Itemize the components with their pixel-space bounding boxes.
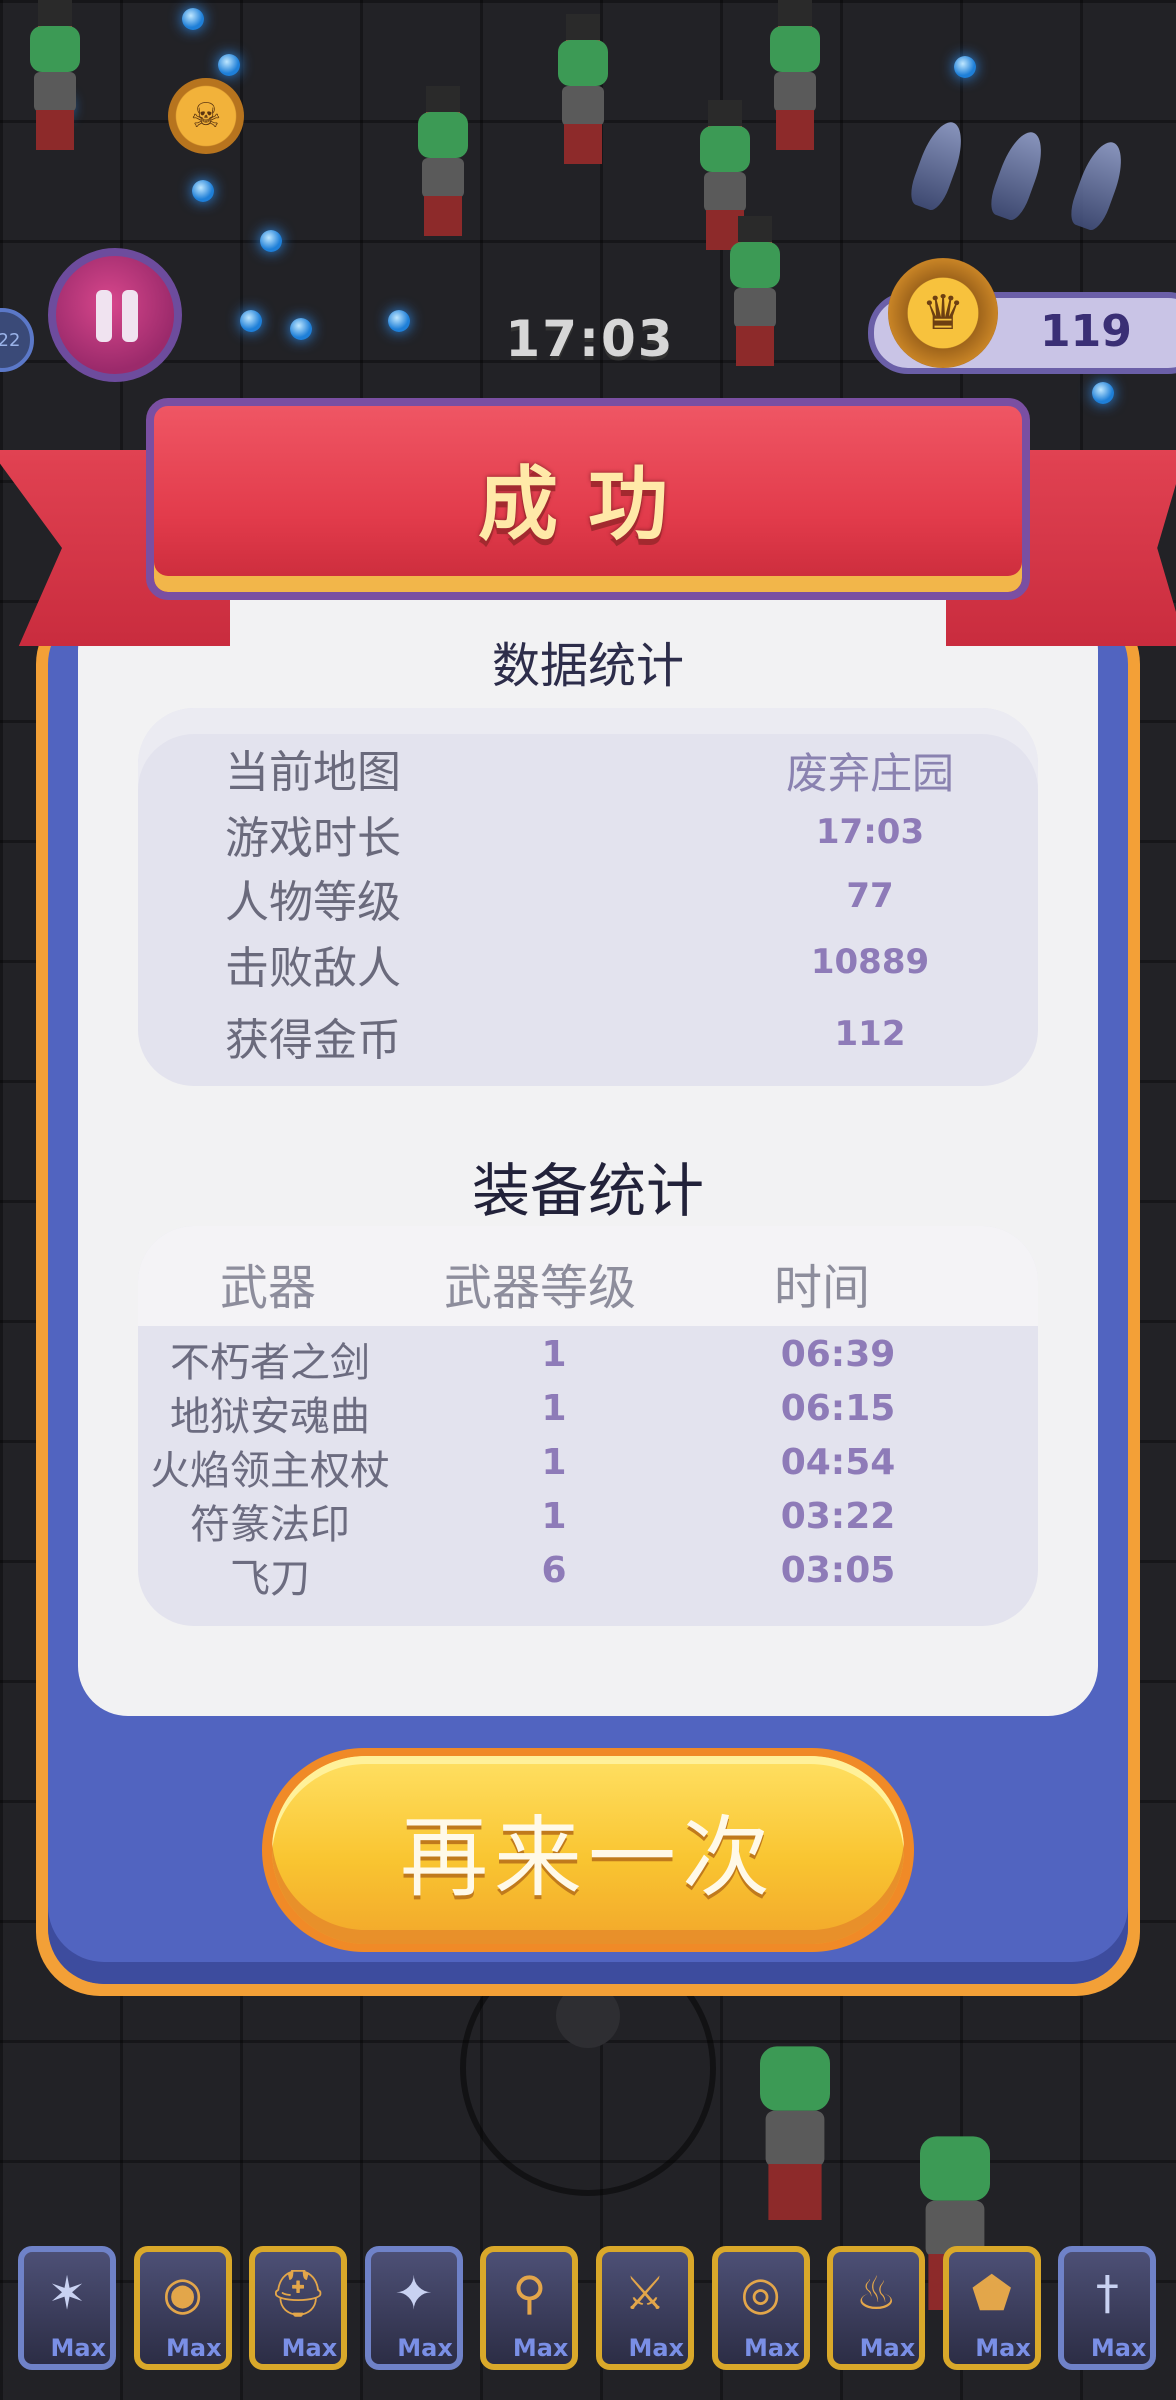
- skill-max-label: Max: [859, 2334, 916, 2362]
- wings-icon: ✶: [47, 2266, 87, 2320]
- weapon-name: 符篆法印: [190, 1502, 350, 1548]
- skill-max-label: Max: [281, 2334, 338, 2362]
- pause-icon: [96, 290, 112, 342]
- skill-slot[interactable]: ✦ Max: [364, 2246, 463, 2370]
- weapon-time: 06:39: [780, 1334, 896, 1375]
- skill-slot[interactable]: ◉ Max: [133, 2246, 232, 2370]
- stats-title: 数据统计: [491, 638, 684, 694]
- game-timer: 17:03: [505, 310, 675, 368]
- skill-max-label: Max: [166, 2334, 222, 2362]
- weapon-name: 地狱安魂曲: [170, 1394, 370, 1440]
- stat-label: 当前地图: [225, 747, 401, 798]
- skill-max-label: Max: [628, 2334, 684, 2362]
- stat-label: 人物等级: [225, 877, 401, 928]
- weapon-time: 03:22: [780, 1496, 896, 1537]
- skill-slot[interactable]: ⛑ Max: [249, 2246, 348, 2370]
- retry-button[interactable]: 再来一次: [272, 1756, 904, 1944]
- armor-icon: ⬟: [971, 2266, 1012, 2320]
- equip-title: 装备统计: [471, 1157, 704, 1225]
- weapon-level: 1: [541, 1496, 567, 1537]
- col-header-time: 时间: [774, 1260, 871, 1316]
- weapon-name: 火焰领主权杖: [150, 1448, 390, 1494]
- skill-slot[interactable]: ♨ Max: [827, 2246, 926, 2370]
- result-title: 成功: [478, 458, 698, 551]
- weapon-time: 06:15: [780, 1388, 896, 1429]
- helmet-icon: ⛑: [268, 2266, 328, 2320]
- stat-label: 获得金币: [225, 1015, 401, 1066]
- skill-max-label: Max: [512, 2334, 569, 2362]
- weapon-level: 1: [541, 1334, 567, 1375]
- level-badge-text: 22: [0, 329, 21, 351]
- stat-value: 112: [834, 1014, 906, 1054]
- sword-icon: ⚔: [624, 2266, 666, 2320]
- torch-icon: ♨: [855, 2266, 897, 2320]
- col-header-weapon: 武器: [220, 1260, 317, 1316]
- skill-slot[interactable]: ◎ Max: [711, 2246, 810, 2370]
- skill-max-label: Max: [50, 2334, 106, 2362]
- col-header-level: 武器等级: [444, 1260, 637, 1316]
- skill-slot[interactable]: † Max: [1058, 2246, 1157, 2370]
- stat-label: 游戏时长: [225, 813, 401, 864]
- weapon-level: 1: [541, 1442, 567, 1483]
- skill-slot[interactable]: ⬟ Max: [942, 2246, 1041, 2370]
- weapon-name: 不朽者之剑: [170, 1340, 370, 1386]
- stat-value: 10889: [810, 942, 930, 982]
- crown-icon: ♛: [888, 258, 998, 368]
- stat-value: 77: [846, 876, 894, 916]
- weapon-time: 03:05: [780, 1550, 896, 1591]
- weapon-level: 6: [541, 1550, 567, 1591]
- skull-icon: ☠: [168, 78, 244, 154]
- stat-value: 17:03: [815, 812, 925, 852]
- skill-slot[interactable]: ⚲ Max: [480, 2246, 579, 2370]
- skill-slot[interactable]: ✶ Max: [18, 2246, 116, 2370]
- skill-max-label: Max: [397, 2334, 453, 2362]
- skill-max-label: Max: [975, 2334, 1031, 2362]
- stat-value: 废弃庄园: [785, 749, 954, 798]
- skill-max-label: Max: [744, 2334, 800, 2362]
- skill-max-label: Max: [1090, 2334, 1147, 2362]
- skill-slot[interactable]: ⚔ Max: [596, 2246, 694, 2370]
- target-ring-icon: ◎: [740, 2266, 781, 2320]
- shield-icon: ◉: [162, 2266, 203, 2320]
- stat-label: 击败敌人: [225, 943, 401, 994]
- pause-button[interactable]: [48, 248, 182, 382]
- weapon-level: 1: [541, 1388, 567, 1429]
- weapon-name: 飞刀: [230, 1556, 310, 1602]
- score-value: 119: [1040, 306, 1132, 357]
- dagger-icon: †: [1095, 2266, 1119, 2320]
- bat-wings-icon: ✦: [394, 2266, 434, 2320]
- weapon-time: 04:54: [780, 1442, 896, 1483]
- magic-staff-icon: ⚲: [512, 2266, 547, 2320]
